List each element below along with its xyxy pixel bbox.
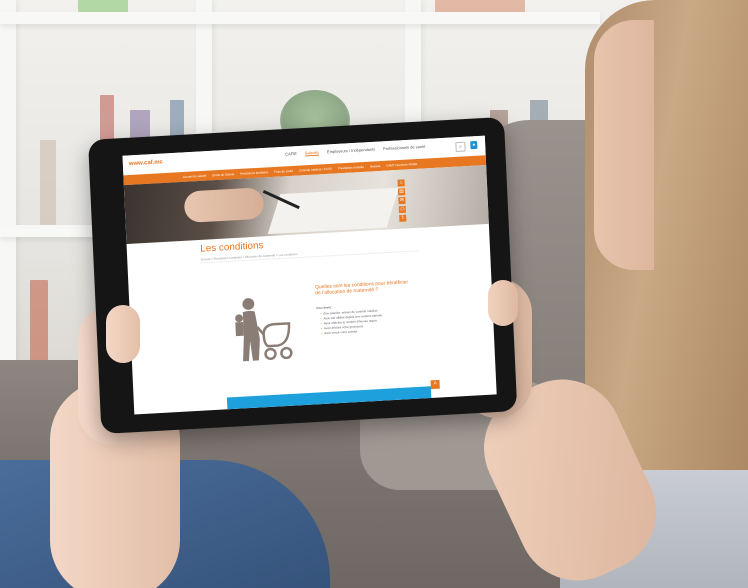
conditions-list: Être salariée, relever du contrôle médic… <box>316 306 430 337</box>
tablet: www.caf.mc CAFIE Salariés Employeurs / I… <box>88 116 518 435</box>
book <box>78 0 128 12</box>
mail-icon[interactable]: ✉ <box>398 197 406 205</box>
main-nav-item[interactable]: Prestations maladie <box>338 165 364 170</box>
hero-paper <box>267 187 400 235</box>
page-title: Les conditions <box>199 240 264 255</box>
bookshelf-board <box>0 12 600 24</box>
section-intro: Vous devez : <box>315 305 334 311</box>
chevron-up-icon[interactable]: ˄ <box>430 379 440 390</box>
document-icon[interactable]: ▤ <box>397 188 406 196</box>
face <box>594 20 654 270</box>
home-icon[interactable]: ⌂ <box>397 179 405 187</box>
top-nav-item[interactable]: CAFIE <box>285 151 297 158</box>
top-nav: CAFIE Salariés Employeurs / Indépendants… <box>285 144 425 158</box>
main-nav-item[interactable]: Retraite <box>370 164 381 168</box>
right-thumb <box>488 280 518 326</box>
left-thumb <box>106 305 140 363</box>
print-icon[interactable]: ⎙ <box>398 205 406 214</box>
hero-hand <box>183 187 265 224</box>
mother-baby-stroller-icon <box>235 298 293 362</box>
book <box>435 0 525 12</box>
main-nav-item[interactable]: Accueil du salarié <box>183 174 206 179</box>
main-nav-item[interactable]: Frais de santé <box>274 169 293 174</box>
book <box>40 140 56 225</box>
share-icon[interactable]: ⇪ <box>399 214 407 222</box>
top-nav-item-active[interactable]: Salariés <box>304 149 320 157</box>
section-heading: Quelles sont les conditions pour bénéfic… <box>314 279 409 297</box>
tablet-screen: www.caf.mc CAFIE Salariés Employeurs / I… <box>122 135 497 415</box>
main-nav-item[interactable]: Droits du Salarié <box>212 172 234 177</box>
site-logo[interactable]: www.caf.mc <box>129 159 163 167</box>
search-icon[interactable]: ⌕ <box>455 141 466 152</box>
book <box>30 280 48 370</box>
main-nav-item[interactable]: CAMTI Services Mobile <box>386 162 417 168</box>
footer-bar <box>226 386 432 410</box>
user-icon[interactable]: ● <box>470 140 478 150</box>
top-nav-item[interactable]: Professionnels de santé <box>383 144 426 152</box>
top-nav-item[interactable]: Employeurs / Indépendants <box>327 147 375 156</box>
bookshelf-post <box>0 0 16 400</box>
main-nav-item[interactable]: Contrôle médical / CCSS <box>299 167 332 173</box>
main-nav-item[interactable]: Prestations familiales <box>240 170 268 175</box>
